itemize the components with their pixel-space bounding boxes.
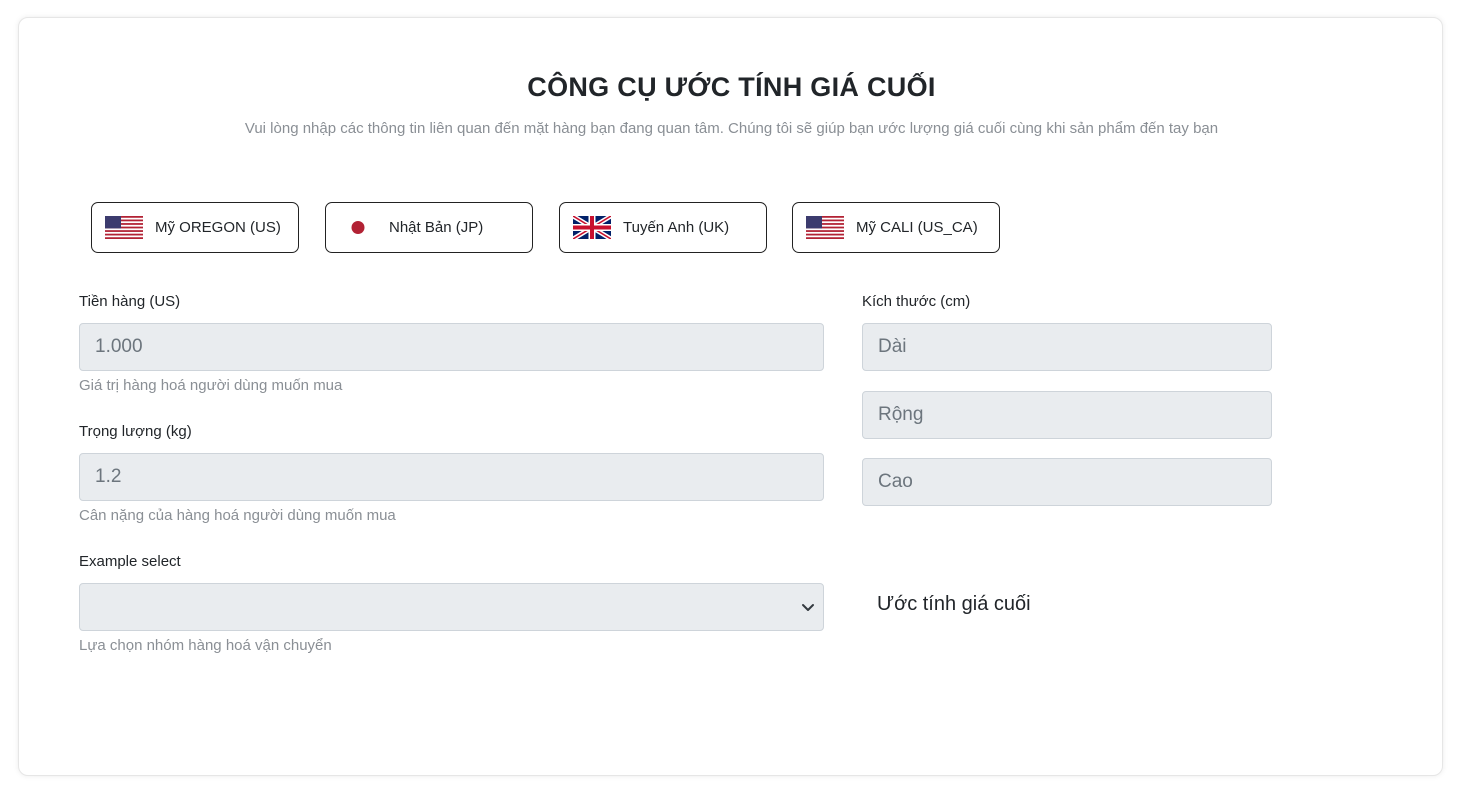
- jp-flag-icon: [339, 216, 377, 239]
- price-label: Tiền hàng (US): [79, 293, 181, 310]
- estimate-button[interactable]: Ước tính giá cuối: [877, 593, 1031, 616]
- country-label: Mỹ CALI (US_CA): [856, 219, 978, 236]
- country-label: Tuyến Anh (UK): [623, 219, 730, 236]
- us-flag-icon: [806, 216, 844, 239]
- price-input[interactable]: [79, 323, 824, 371]
- page-subtitle: Vui lòng nhập các thông tin liên quan đế…: [244, 120, 1219, 137]
- price-help: Giá trị hàng hoá người dùng muốn mua: [79, 377, 343, 394]
- us-flag-icon: [105, 216, 143, 239]
- width-input[interactable]: [862, 391, 1272, 439]
- weight-label: Trọng lượng (kg): [79, 423, 192, 440]
- weight-help: Cân nặng của hàng hoá người dùng muốn mu…: [79, 507, 396, 524]
- category-select[interactable]: [79, 583, 824, 631]
- country-label: Nhật Bản (JP): [389, 219, 484, 236]
- country-button-jp[interactable]: Nhật Bản (JP): [325, 202, 533, 253]
- country-button-uk[interactable]: Tuyến Anh (UK): [559, 202, 767, 253]
- page-title: CÔNG CỤ ƯỚC TÍNH GIÁ CUỐI: [527, 72, 936, 102]
- length-input[interactable]: [862, 323, 1272, 371]
- country-button-us-cali[interactable]: Mỹ CALI (US_CA): [792, 202, 1000, 253]
- size-label: Kích thước (cm): [862, 293, 971, 310]
- chevron-down-icon: [799, 598, 817, 616]
- uk-flag-icon: [573, 216, 611, 239]
- country-button-us-oregon[interactable]: Mỹ OREGON (US): [91, 202, 299, 253]
- category-label: Example select: [79, 553, 181, 570]
- country-label: Mỹ OREGON (US): [155, 219, 281, 236]
- category-help: Lựa chọn nhóm hàng hoá vận chuyển: [79, 637, 332, 654]
- estimator-card: CÔNG CỤ ƯỚC TÍNH GIÁ CUỐI Vui lòng nhập …: [18, 17, 1443, 776]
- weight-input[interactable]: [79, 453, 824, 501]
- height-input[interactable]: [862, 458, 1272, 506]
